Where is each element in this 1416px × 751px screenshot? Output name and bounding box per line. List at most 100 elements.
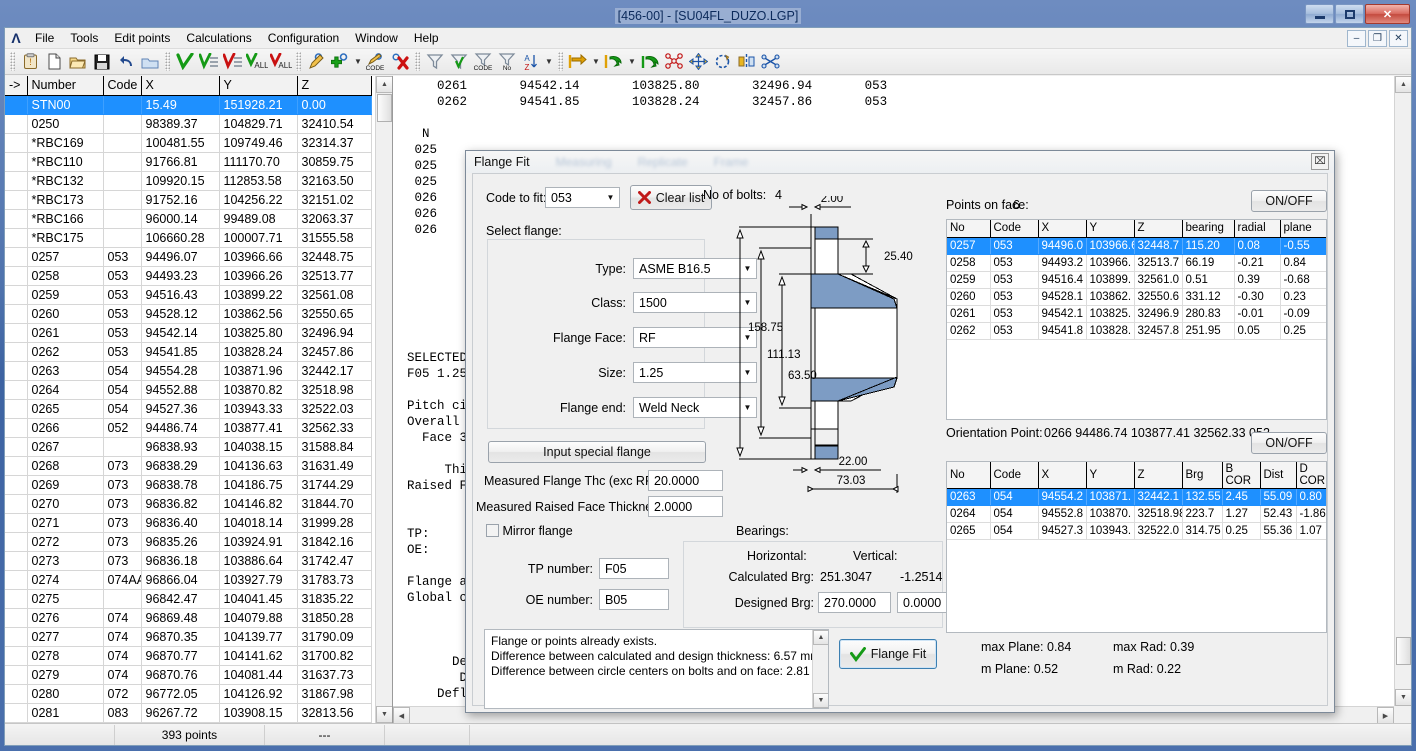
points-on-face-table-container[interactable]: No Code X Y Zbearing radial plane 0257 053 94496… xyxy=(946,219,1327,420)
table-row[interactable]: *RBC173 91752.16 104256.22 32151.02 xyxy=(5,190,372,210)
check-green-all-icon[interactable]: ALL xyxy=(245,51,269,73)
export-icon[interactable] xyxy=(566,51,590,73)
designed-brg-horizontal-input[interactable] xyxy=(818,592,891,613)
table-row[interactable]: 0265 054 94527.36 103943.33 32522.03 xyxy=(5,399,372,419)
dropdown-arrow-icon-3[interactable]: ▼ xyxy=(590,51,602,73)
column-header-arrow[interactable]: -> xyxy=(5,76,28,96)
toolbar-grip-2[interactable] xyxy=(165,52,170,71)
scroll-down-icon[interactable]: ▼ xyxy=(376,706,392,723)
checkbox-box[interactable] xyxy=(486,524,499,537)
column-header-bearing[interactable]: bearing xyxy=(1182,220,1235,238)
check-green-icon[interactable] xyxy=(173,51,197,73)
table-row[interactable]: 0257 053 94496.07 103966.66 32448.75 xyxy=(5,247,372,267)
report-vertical-scrollbar[interactable]: ▲ ▼ xyxy=(1394,76,1411,706)
table-row[interactable]: *RBC110 91766.81 111170.70 30859.75 xyxy=(5,152,372,172)
scroll-up-icon[interactable]: ▲ xyxy=(376,76,392,93)
filter-check-icon[interactable] xyxy=(447,51,471,73)
chevron-down-icon[interactable]: ▼ xyxy=(602,188,619,207)
menu-item-tools[interactable]: Tools xyxy=(62,29,106,47)
column-header-dist[interactable]: Dist xyxy=(1260,462,1297,489)
table-row[interactable]: 0264 054 94552.88 103870.82 32518.98 xyxy=(5,380,372,400)
menu-item-edit-points[interactable]: Edit points xyxy=(106,29,178,47)
add-point-icon[interactable] xyxy=(328,51,352,73)
column-header-y[interactable]: Y xyxy=(1086,462,1135,489)
bolts-table-container[interactable]: No Code X Y Z Brg B COR Dist D COR 0263 054 94554.… xyxy=(946,461,1327,633)
input-special-flange-button[interactable]: Input special flange xyxy=(488,441,706,463)
column-header-radial[interactable]: radial xyxy=(1234,220,1281,238)
folder-icon[interactable] xyxy=(138,51,162,73)
column-header-z[interactable]: Z xyxy=(297,76,372,96)
table-row[interactable]: 0279 074 96870.76 104081.44 31637.73 xyxy=(5,665,372,685)
edit-code-icon[interactable]: CODE xyxy=(364,51,388,73)
scroll-thumb[interactable] xyxy=(377,94,392,122)
table-row[interactable]: 0281 083 96267.72 103908.15 32813.56 xyxy=(5,703,372,723)
table-row[interactable]: 0271 073 96836.40 104018.14 31999.28 xyxy=(5,513,372,533)
menu-item-window[interactable]: Window xyxy=(347,29,406,47)
table-row[interactable]: 0270 073 96836.82 104146.82 31844.70 xyxy=(5,494,372,514)
clipboard-icon[interactable]: ! xyxy=(18,51,42,73)
menu-item-file[interactable]: File xyxy=(27,29,62,47)
report-scroll-left-icon[interactable]: ◀ xyxy=(393,707,410,723)
check-red-all-icon[interactable]: ALL xyxy=(269,51,293,73)
undo-icon[interactable] xyxy=(114,51,138,73)
rotate-icon[interactable] xyxy=(710,51,734,73)
flange-fit-button[interactable]: Flange Fit xyxy=(839,639,937,669)
open-folder-icon[interactable] xyxy=(66,51,90,73)
mdi-restore-button[interactable]: ❐ xyxy=(1368,30,1387,47)
filter-icon[interactable] xyxy=(423,51,447,73)
column-header-no[interactable]: No xyxy=(947,220,991,238)
mirror-flange-checkbox[interactable]: Mirror flange xyxy=(486,524,573,538)
oe-number-input[interactable] xyxy=(599,589,669,610)
toolbar-grip[interactable] xyxy=(10,52,15,71)
face-onoff-button[interactable]: ON/OFF xyxy=(1251,190,1327,212)
dropdown-arrow-icon-1[interactable]: ▼ xyxy=(352,51,364,73)
toolbar-grip-3[interactable] xyxy=(296,52,301,71)
code-to-fit-combo[interactable]: 053 ▼ xyxy=(545,187,620,208)
menu-item-help[interactable]: Help xyxy=(406,29,447,47)
mdi-minimize-button[interactable]: – xyxy=(1347,30,1366,47)
table-row[interactable]: *RBC166 96000.14 99489.08 32063.37 xyxy=(5,209,372,229)
table-row[interactable]: 0277 074 96870.35 104139.77 31790.09 xyxy=(5,627,372,647)
tp-number-input[interactable] xyxy=(599,558,669,579)
import-icon[interactable] xyxy=(602,51,626,73)
new-file-icon[interactable] xyxy=(42,51,66,73)
toolbar-grip-5[interactable] xyxy=(558,52,563,71)
save-disk-icon[interactable] xyxy=(90,51,114,73)
column-header-no[interactable]: No xyxy=(947,462,991,489)
table-row[interactable]: 0260 053 94528.1 103862. 32550.6 331.12 -0.30 0… xyxy=(947,288,1326,306)
table-row[interactable]: 0260 053 94528.12 103862.56 32550.65 xyxy=(5,304,372,324)
filter-no-icon[interactable]: No xyxy=(495,51,519,73)
scatter-icon[interactable] xyxy=(662,51,686,73)
column-header-code[interactable]: Code xyxy=(103,76,142,96)
column-header-x[interactable]: X xyxy=(1038,220,1087,238)
table-row[interactable]: 0274074AA96866.04103927.7931783.73 xyxy=(5,570,372,590)
menu-item-calculations[interactable]: Calculations xyxy=(178,29,259,47)
report-scroll-down-icon[interactable]: ▼ xyxy=(1395,689,1411,706)
table-row[interactable]: 0258 053 94493.2 103966. 32513.7 66.19 -0.21 0.… xyxy=(947,254,1326,272)
bolt-onoff-button[interactable]: ON/OFF xyxy=(1251,432,1327,454)
table-row[interactable]: 0268 073 96838.29 104136.63 31631.49 xyxy=(5,456,372,476)
table-row[interactable]: 0266 052 94486.74 103877.41 32562.33 xyxy=(5,418,372,438)
table-row[interactable]: 0264 054 94552.8 103870. 32518.98 223.7 1.27 52… xyxy=(947,505,1326,523)
column-header-b-cor[interactable]: B COR xyxy=(1222,462,1261,489)
table-row[interactable]: 0280 072 96772.05 104126.92 31867.98 xyxy=(5,684,372,704)
check-red-list-icon[interactable] xyxy=(221,51,245,73)
table-row[interactable]: *RBC169 100481.55 109749.46 32314.37 xyxy=(5,133,372,153)
table-row[interactable]: STN00 15.49 151928.21 0.00 xyxy=(5,95,372,115)
column-header-d-cor[interactable]: D COR xyxy=(1296,462,1326,489)
table-row[interactable]: 0272 073 96835.26 103924.91 31842.16 xyxy=(5,532,372,552)
points-grid-scrollbar[interactable]: ▲ ▼ xyxy=(375,76,392,723)
table-row[interactable]: 0259 053 94516.4 103899. 32561.0 0.51 0.39 -0.6… xyxy=(947,271,1326,289)
table-row[interactable]: 0261 053 94542.1 103825. 32496.9 280.83 -0.01-… xyxy=(947,305,1326,323)
column-header-x[interactable]: X xyxy=(1038,462,1087,489)
table-row[interactable]: *RBC175 106660.28 100007.71 31555.58 xyxy=(5,228,372,248)
mirror-icon[interactable] xyxy=(734,51,758,73)
clear-list-button[interactable]: Clear list xyxy=(630,185,712,210)
messages-box[interactable]: Flange or points already exists. Differe… xyxy=(484,629,829,709)
table-row[interactable]: 0269 073 96838.78 104186.75 31744.29 xyxy=(5,475,372,495)
refresh-icon[interactable] xyxy=(638,51,662,73)
report-scroll-thumb[interactable] xyxy=(1396,637,1411,665)
edit-point-icon[interactable] xyxy=(304,51,328,73)
column-header-code[interactable]: Code xyxy=(990,462,1039,489)
column-header-y[interactable]: Y xyxy=(219,76,298,96)
